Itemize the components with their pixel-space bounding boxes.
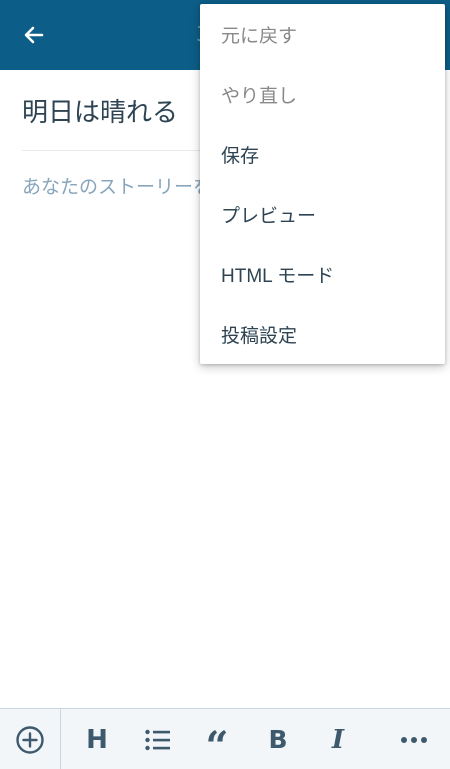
bold-icon: B <box>268 725 288 754</box>
format-toolbar: H “ B I <box>0 708 450 769</box>
menu-item-undo[interactable]: 元に戻す <box>200 4 445 64</box>
arrow-left-icon <box>24 26 44 44</box>
bulleted-list-icon <box>145 729 170 750</box>
quote-icon: “ <box>205 722 229 769</box>
more-options-button[interactable] <box>386 709 442 769</box>
back-button[interactable] <box>14 17 54 53</box>
overflow-menu: 元に戻す やり直し 保存 プレビュー HTML モード 投稿設定 <box>200 4 445 364</box>
add-circle-icon <box>16 725 44 754</box>
italic-icon: I <box>331 724 345 755</box>
add-media-button[interactable] <box>2 709 58 769</box>
menu-item-preview[interactable]: プレビュー <box>200 184 445 244</box>
blockquote-button[interactable]: “ <box>189 709 245 769</box>
menu-item-post-settings[interactable]: 投稿設定 <box>200 304 445 364</box>
toolbar-divider <box>60 709 61 769</box>
list-button[interactable] <box>130 709 186 769</box>
menu-item-save[interactable]: 保存 <box>200 124 445 184</box>
heading-icon: H <box>86 724 108 755</box>
post-title-field[interactable]: 明日は晴れる <box>22 92 178 129</box>
bold-button[interactable]: B <box>250 709 306 769</box>
ellipsis-icon <box>401 736 427 743</box>
menu-item-redo[interactable]: やり直し <box>200 64 445 124</box>
menu-item-html-mode[interactable]: HTML モード <box>200 244 445 304</box>
heading-button[interactable]: H <box>69 709 125 769</box>
italic-button[interactable]: I <box>310 709 366 769</box>
